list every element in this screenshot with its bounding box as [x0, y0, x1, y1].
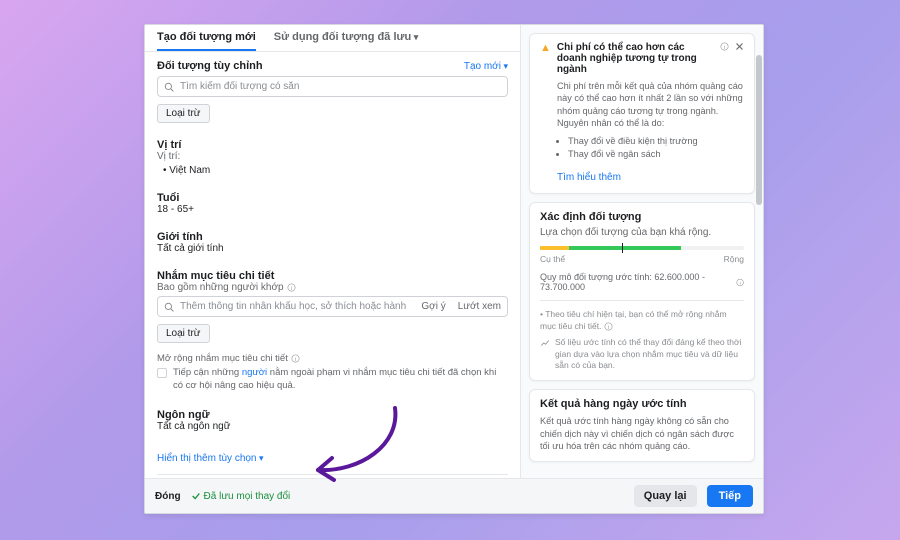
create-new-audience-link[interactable]: Tạo mới — [464, 61, 508, 72]
daily-results-card: Kết quả hàng ngày ước tính Kết quả ước t… — [529, 389, 755, 463]
location-label: Vị trí: — [157, 151, 508, 162]
estimate-disclaimer: Số liệu ước tính có thể thay đổi đáng kể… — [555, 337, 744, 371]
audience-definition-heading: Xác định đối tượng — [540, 211, 744, 223]
search-icon — [164, 82, 174, 92]
audience-definition-card: Xác định đối tượng Lựa chọn đối tượng củ… — [529, 202, 755, 380]
cost-alert-card: ▲ Chi phí có thể cao hơn các doanh nghiệ… — [529, 33, 755, 194]
info-icon[interactable]: i — [604, 322, 613, 331]
gender-heading: Giới tính — [157, 231, 508, 243]
content-area: Tạo đối tượng mới Sử dụng đối tượng đã l… — [145, 25, 763, 478]
include-match-label: Bao gồm những người khớp — [157, 282, 284, 293]
targeting-tip: • Theo tiêu chí hiện tại, bạn có thể mở … — [540, 309, 744, 332]
custom-audience-heading: Đối tượng tùy chỉnh — [157, 60, 263, 72]
footer-bar: Đóng Đã lưu mọi thay đổi Quay lại Tiếp — [145, 478, 763, 513]
tab-use-saved-audience[interactable]: Sử dụng đối tượng đã lưu — [274, 31, 418, 51]
custom-audience-section: Đối tượng tùy chỉnh Tạo mới Loại trừ — [145, 52, 520, 131]
location-value: • Việt Nam — [157, 165, 508, 176]
meter-label-specific: Cụ thể — [540, 254, 565, 264]
audience-tabs: Tạo đối tượng mới Sử dụng đối tượng đã l… — [145, 25, 520, 52]
gender-section: Giới tính Tất cả giới tính — [145, 223, 520, 262]
language-heading: Ngôn ngữ — [157, 409, 508, 421]
exclude-custom-button[interactable]: Loại trừ — [157, 104, 210, 123]
svg-text:i: i — [739, 280, 740, 285]
alert-body: Chi phí trên mỗi kết quả của nhóm quảng … — [557, 80, 744, 130]
info-icon[interactable]: i — [736, 278, 744, 287]
custom-audience-search-input[interactable] — [180, 81, 501, 92]
ad-set-editor-window: Tạo đối tượng mới Sử dụng đối tượng đã l… — [144, 24, 764, 514]
alert-title: Chi phí có thể cao hơn các doanh nghiệp … — [557, 42, 714, 75]
scrollbar[interactable] — [755, 25, 763, 478]
browse-link[interactable]: Lướt xem — [458, 301, 501, 312]
audience-definition-sub: Lựa chọn đối tượng của bạn khá rộng. — [540, 227, 744, 238]
age-section: Tuổi 18 - 65+ — [145, 184, 520, 223]
audience-marker — [622, 243, 623, 253]
search-icon — [164, 302, 174, 312]
left-panel: Tạo đối tượng mới Sử dụng đối tượng đã l… — [145, 25, 521, 478]
scrollbar-thumb[interactable] — [756, 55, 762, 205]
info-icon[interactable]: i — [720, 42, 729, 51]
expand-targeting-description: Tiếp cận những người nằm ngoài phạm vi n… — [173, 367, 508, 393]
back-button[interactable]: Quay lại — [634, 485, 697, 507]
more-options-row: Hiển thị thêm tùy chọn — [145, 440, 520, 474]
custom-audience-search[interactable] — [157, 76, 508, 97]
audience-size-meter — [540, 246, 744, 250]
warning-icon: ▲ — [540, 42, 551, 54]
alert-reasons-list: Thay đổi về điều kiện thị trường Thay đổ… — [540, 135, 744, 163]
language-section: Ngôn ngữ Tất cả ngôn ngữ — [145, 401, 520, 440]
tab-create-new-audience[interactable]: Tạo đối tượng mới — [157, 31, 256, 51]
location-heading: Vị trí — [157, 139, 508, 151]
info-icon[interactable]: i — [287, 283, 296, 292]
detailed-targeting-section: Nhắm mục tiêu chi tiết Bao gồm những ngư… — [145, 262, 520, 401]
detailed-targeting-input[interactable] — [180, 301, 409, 312]
audience-estimate-value: Quy mô đối tượng ước tính: 62.600.000 - … — [540, 272, 733, 292]
meter-label-broad: Rộng — [724, 254, 744, 264]
graph-icon — [540, 338, 550, 348]
age-value: 18 - 65+ — [157, 204, 508, 215]
svg-text:i: i — [291, 286, 292, 292]
exclude-detailed-button[interactable]: Loại trừ — [157, 324, 210, 343]
suggestions-link[interactable]: Gợi ý — [421, 301, 445, 312]
list-item: Thay đổi về điều kiện thị trường — [568, 135, 744, 149]
language-value: Tất cả ngôn ngữ — [157, 421, 508, 432]
gender-value: Tất cả giới tính — [157, 243, 508, 254]
detailed-targeting-search[interactable]: Gợi ý Lướt xem — [157, 296, 508, 317]
learn-more-link[interactable]: Tìm hiểu thêm — [557, 172, 621, 183]
saved-indicator: Đã lưu mọi thay đổi — [191, 491, 291, 502]
show-more-options-link[interactable]: Hiển thị thêm tùy chọn — [157, 453, 264, 464]
close-panel-button[interactable]: Đóng — [155, 491, 181, 502]
location-section: Vị trí Vị trí: • Việt Nam — [145, 131, 520, 184]
next-button[interactable]: Tiếp — [707, 485, 753, 507]
expand-targeting-checkbox[interactable] — [157, 368, 167, 378]
daily-results-heading: Kết quả hàng ngày ước tính — [540, 398, 744, 410]
expand-targeting-label: Mở rộng nhắm mục tiêu chi tiết — [157, 353, 288, 364]
detailed-targeting-heading: Nhắm mục tiêu chi tiết — [157, 270, 508, 282]
svg-text:i: i — [608, 325, 609, 331]
right-panel: ▲ Chi phí có thể cao hơn các doanh nghiệ… — [521, 25, 763, 478]
svg-text:i: i — [295, 357, 296, 363]
age-heading: Tuổi — [157, 192, 508, 204]
svg-text:i: i — [724, 45, 725, 51]
close-icon[interactable] — [735, 42, 744, 51]
info-icon[interactable]: i — [291, 354, 300, 363]
save-audience-row: Lưu đối tượng này — [145, 475, 520, 478]
check-icon — [191, 491, 201, 501]
daily-results-body: Kết quả ước tính hàng ngày không có sẵn … — [540, 415, 744, 454]
list-item: Thay đổi về ngân sách — [568, 148, 744, 162]
